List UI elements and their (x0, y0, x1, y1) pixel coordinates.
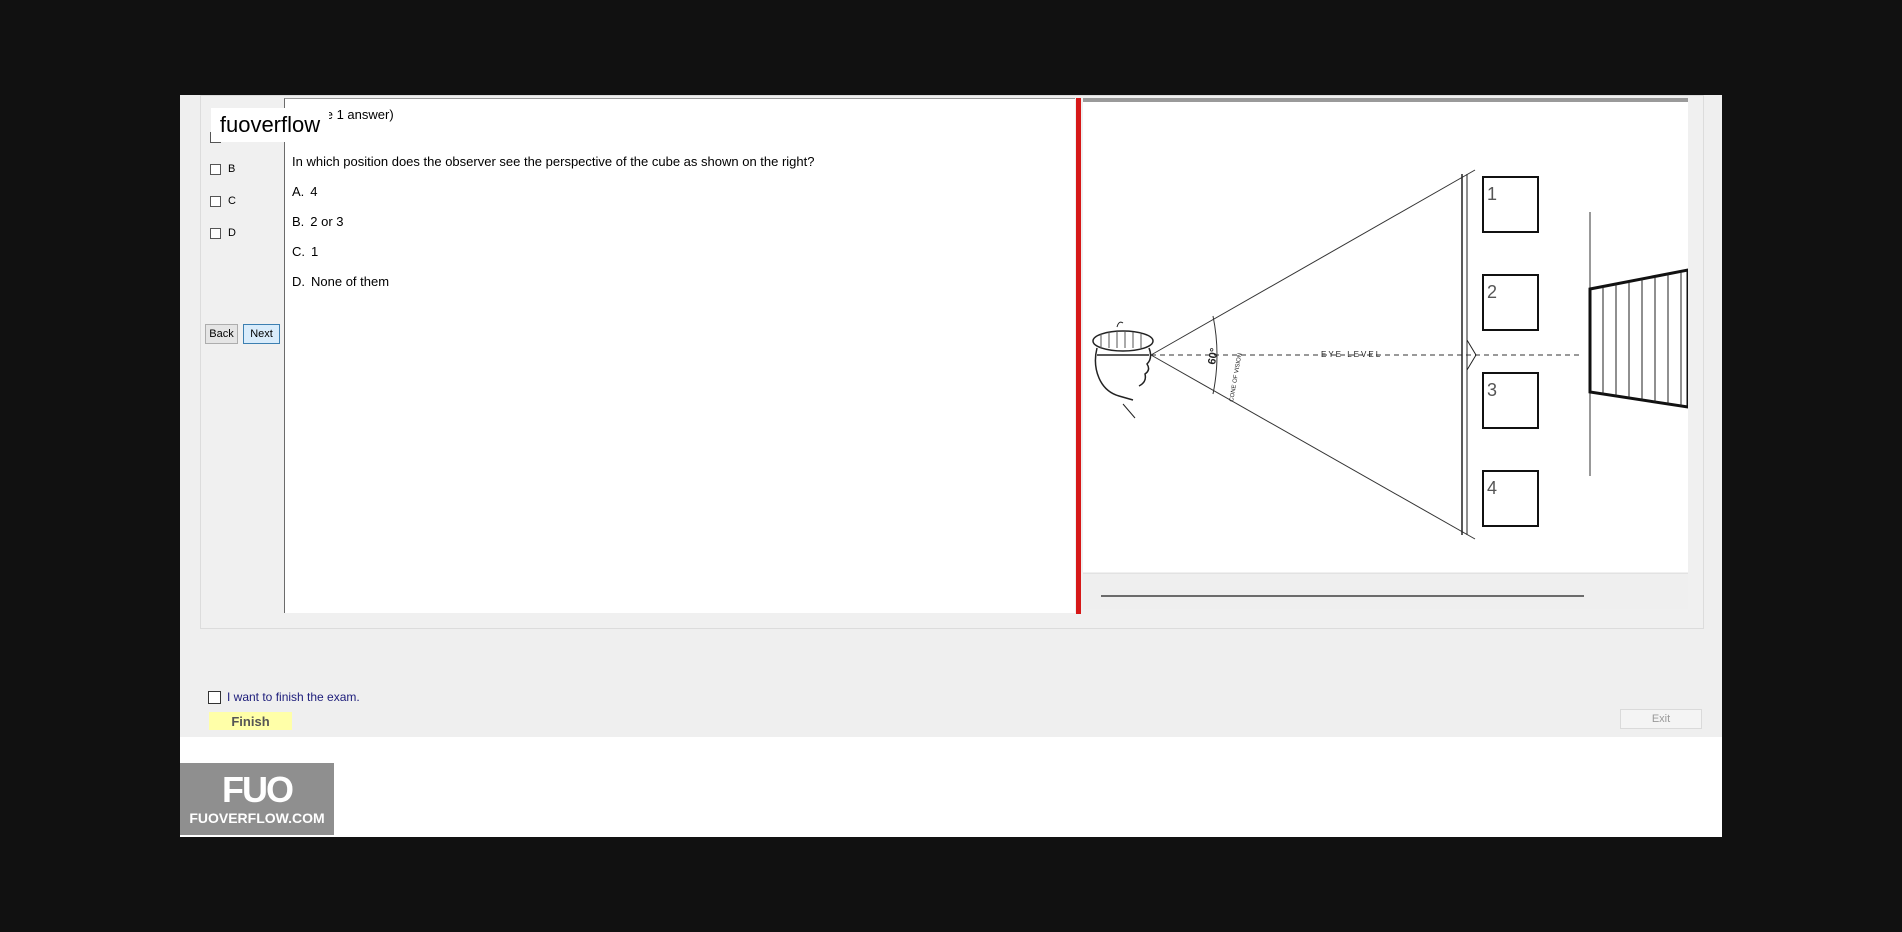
choice-a-text: 4 (310, 184, 318, 199)
finish-button[interactable]: Finish (209, 712, 292, 730)
choice-d: D. None of them (292, 274, 389, 289)
choice-d-letter: D. (292, 274, 305, 289)
next-button[interactable]: Next (243, 324, 280, 344)
pane-splitter[interactable] (1076, 98, 1081, 614)
option-c[interactable]: C (210, 195, 236, 207)
logo-big-text: FUO (222, 769, 294, 810)
finish-checkbox-label: I want to finish the exam. (227, 690, 360, 704)
cube-perspective-drawing (1588, 268, 1688, 409)
logo-small-text: FUOVERFLOW.COM (189, 810, 325, 826)
back-button[interactable]: Back (205, 324, 238, 344)
perspective-figure: 60° CONE OF VISION EYE LEVEL 1 2 3 4 (1092, 169, 1688, 540)
cone-label: CONE OF VISION (1229, 353, 1243, 403)
angle-label: 60° (1206, 347, 1221, 365)
option-b[interactable]: B (210, 163, 235, 175)
choice-a: A. 4 (292, 184, 318, 199)
question-text: In which position does the observer see … (292, 154, 815, 169)
choice-b-letter: B. (292, 214, 305, 229)
footer: FUO FUOVERFLOW.COM (180, 737, 1722, 837)
choice-a-letter: A. (292, 184, 305, 199)
answer-column: A B C D Back Next (201, 96, 281, 612)
watermark: fuoverflow (211, 108, 329, 142)
cone-lower-line (1150, 354, 1476, 540)
exit-button[interactable]: Exit (1620, 709, 1702, 729)
position-label-1: 1 (1487, 184, 1497, 204)
choice-b: B. 2 or 3 (292, 214, 344, 229)
option-d-label: D (228, 227, 236, 239)
question-area: ose 1 answer) In which position does the… (284, 98, 1075, 613)
option-b-checkbox[interactable] (210, 163, 221, 175)
image-scrollbar[interactable] (1083, 573, 1688, 609)
option-b-label: B (228, 163, 236, 175)
choice-d-text: None of them (311, 274, 390, 289)
option-d-checkbox[interactable] (210, 227, 221, 239)
choice-c-text: 1 (311, 244, 319, 259)
choice-b-text: 2 or 3 (310, 214, 344, 229)
question-image: 60° CONE OF VISION EYE LEVEL 1 2 3 4 (1083, 98, 1688, 572)
choice-c: C. 1 (292, 244, 318, 259)
option-d[interactable]: D (210, 227, 236, 239)
position-label-4: 4 (1487, 478, 1497, 498)
exam-window: A B C D Back Next ose 1 answer) In which… (180, 95, 1722, 837)
position-label-3: 3 (1487, 380, 1497, 400)
fuoverflow-logo: FUO FUOVERFLOW.COM (180, 763, 334, 835)
question-panel: A B C D Back Next ose 1 answer) In which… (200, 95, 1704, 629)
cone-upper-line (1150, 169, 1476, 356)
scrollbar-track[interactable] (1101, 595, 1584, 597)
observer-figure (1092, 321, 1154, 419)
choice-c-letter: C. (292, 244, 305, 259)
finish-checkbox[interactable] (208, 690, 221, 704)
option-c-label: C (228, 195, 236, 207)
option-c-checkbox[interactable] (210, 195, 221, 207)
finish-checkbox-row[interactable]: I want to finish the exam. (208, 690, 360, 704)
position-label-2: 2 (1487, 282, 1497, 302)
eye-level-label: EYE LEVEL (1321, 350, 1382, 359)
